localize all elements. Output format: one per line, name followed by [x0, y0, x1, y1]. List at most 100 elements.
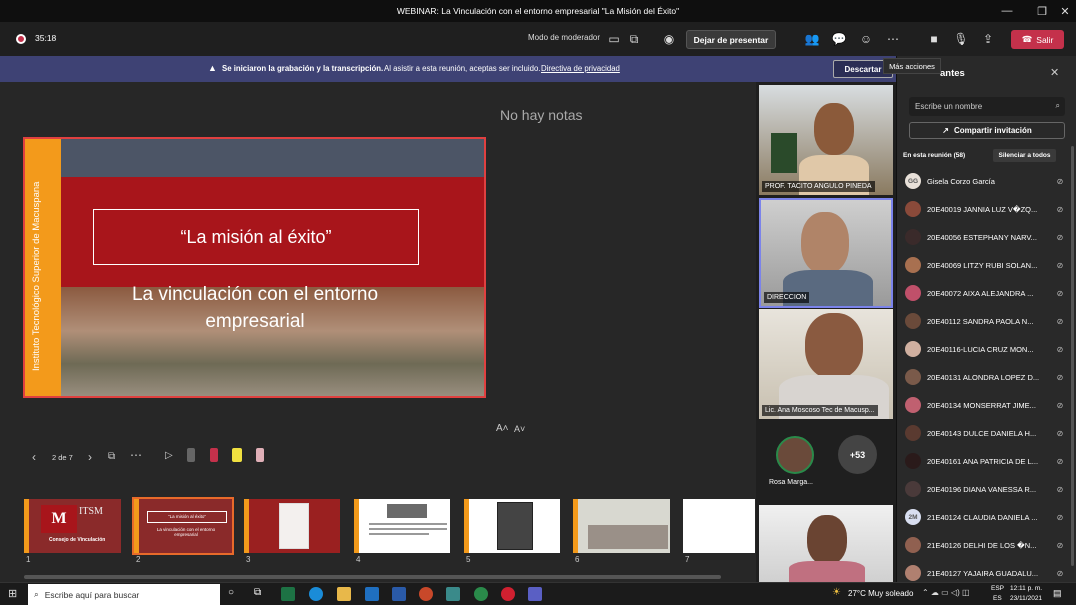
more-actions-icon[interactable]: ⋯ — [885, 31, 901, 47]
lang-primary[interactable]: ESP — [991, 585, 1004, 592]
slide-thumbnail-4[interactable] — [354, 499, 450, 553]
leave-button[interactable]: ☎ Salir — [1011, 30, 1064, 49]
video-tile-4[interactable] — [759, 505, 893, 582]
participant-row[interactable]: GG Gisela Corzo García ⊘ — [905, 168, 1065, 194]
participant-search-input[interactable]: Escribe un nombre ⌕ — [909, 97, 1065, 116]
eye-icon[interactable]: ◉ — [661, 31, 677, 47]
moderator-layout-icon[interactable]: ▭ — [606, 31, 622, 47]
thumb-4-line — [369, 533, 429, 535]
mic-off-icon[interactable]: ⊘ — [1055, 485, 1065, 494]
mic-off-icon[interactable]: ⊘ — [1055, 429, 1065, 438]
pen-red-icon[interactable] — [210, 448, 218, 462]
panel-scrollbar[interactable] — [1071, 146, 1074, 566]
mic-off-icon[interactable]: ⊘ — [1055, 345, 1065, 354]
video-tile-1[interactable]: PROF. TACITO ANGULO PINEDA — [759, 85, 893, 195]
participant-row[interactable]: 20E40161 ANA PATRICIA DE L... ⊘ — [905, 448, 1065, 474]
word-icon[interactable] — [392, 587, 406, 601]
stop-presenting-button[interactable]: Dejar de presentar — [686, 30, 776, 49]
app-icon[interactable] — [446, 587, 460, 601]
slide-thumbnail-6[interactable] — [573, 499, 670, 553]
participant-row[interactable]: 20E40143 DULCE DANIELA H... ⊘ — [905, 420, 1065, 446]
cortana-icon[interactable]: ○ — [228, 587, 234, 598]
thumbnail-scrollbar[interactable] — [24, 575, 721, 579]
pointer-icon[interactable]: ▷ — [165, 450, 173, 461]
more-options-icon[interactable]: ⋯ — [130, 448, 142, 462]
windows-start-icon[interactable]: ⊞ — [8, 587, 17, 600]
current-slide: Instituto Tecnológico Superior de Macusp… — [23, 137, 486, 398]
clock-date[interactable]: 23/11/2021 — [1010, 595, 1042, 602]
notifications-icon[interactable]: ▤ — [1053, 588, 1062, 599]
mic-off-icon[interactable]: ⊘ — [1055, 233, 1065, 242]
share-icon[interactable]: ⇪ — [980, 31, 996, 47]
mic-off-icon[interactable]: ⊘ — [1055, 373, 1065, 382]
mic-off-icon[interactable]: 🎙 — [953, 31, 969, 47]
taskbar-search-input[interactable]: ⌕ Escribe aquí para buscar — [28, 584, 220, 605]
mic-off-icon[interactable]: ⊘ — [1055, 569, 1065, 578]
slide-thumbnail-7[interactable] — [683, 499, 755, 553]
slide-thumbnail-1[interactable]: M ITSM Consejo de Vinculación — [24, 499, 121, 553]
participant-row[interactable]: 20E40056 ESTEPHANY NARV... ⊘ — [905, 224, 1065, 250]
camera-icon[interactable]: ■ — [926, 31, 942, 47]
powerpoint-icon[interactable] — [419, 587, 433, 601]
mic-off-icon[interactable]: ⊘ — [1055, 317, 1065, 326]
video-tile-2[interactable]: DIRECCION — [759, 198, 893, 308]
participant-row[interactable]: 20E40019 JANNIA LUZ V�ZQ... ⊘ — [905, 196, 1065, 222]
participant-row[interactable]: 20E40112 SANDRA PAOLA N... ⊘ — [905, 308, 1065, 334]
mic-off-icon[interactable]: ⊘ — [1055, 513, 1065, 522]
rosa-avatar[interactable] — [776, 436, 814, 474]
excel-icon[interactable] — [281, 587, 295, 601]
mic-off-icon[interactable]: ⊘ — [1055, 177, 1065, 186]
prev-slide-icon[interactable]: ‹ — [32, 450, 36, 464]
task-view-icon[interactable]: ⧉ — [254, 587, 261, 598]
more-participants-button[interactable]: +53 — [838, 435, 877, 474]
participant-row[interactable]: 20E40069 LITZY RUBI SOLAN... ⊘ — [905, 252, 1065, 278]
clock-time[interactable]: 12:11 p. m. — [1010, 585, 1042, 592]
lang-secondary[interactable]: ES — [993, 595, 1002, 602]
tray-icons[interactable]: ⌃ ☁ ▭ ◁) ◫ — [922, 588, 970, 597]
slide-thumbnail-5[interactable] — [464, 499, 560, 553]
screen-layout-icon[interactable]: ⧉ — [626, 31, 642, 47]
thumb-num: 1 — [26, 555, 31, 564]
participant-row[interactable]: 20E40196 DIANA VANESSA R... ⊘ — [905, 476, 1065, 502]
mail-icon[interactable] — [365, 587, 379, 601]
close-window-icon[interactable]: ✕ — [1050, 0, 1076, 22]
next-slide-icon[interactable]: › — [88, 450, 92, 464]
mic-off-icon[interactable]: ⊘ — [1055, 289, 1065, 298]
reactions-icon[interactable]: ☺ — [858, 31, 874, 47]
slide-thumbnail-2[interactable]: “La misión al éxito” La vinculación con … — [132, 497, 234, 555]
pen-gray-icon[interactable] — [187, 448, 195, 462]
close-panel-icon[interactable]: ✕ — [1050, 66, 1059, 79]
slide-thumbnail-3[interactable] — [244, 499, 340, 553]
participant-row[interactable]: 20E40131 ALONDRA LOPEZ D... ⊘ — [905, 364, 1065, 390]
chrome-icon[interactable] — [474, 587, 488, 601]
mic-off-icon[interactable]: ⊘ — [1055, 261, 1065, 270]
file-explorer-icon[interactable] — [337, 587, 351, 601]
decrease-font-button[interactable]: A˅ — [514, 424, 525, 434]
participant-row[interactable]: 2M 21E40124 CLAUDIA DANIELA ... ⊘ — [905, 504, 1065, 530]
weather-text[interactable]: 27°C Muy soleado — [848, 589, 913, 598]
participants-icon[interactable]: 👥 — [804, 31, 820, 47]
mic-off-icon[interactable]: ⊘ — [1055, 541, 1065, 550]
mute-all-button[interactable]: Silenciar a todos — [993, 149, 1056, 162]
video-tile-3[interactable]: Lic. Ana Moscoso Tec de Macusp... — [759, 309, 893, 419]
mic-off-icon[interactable]: ⊘ — [1055, 205, 1065, 214]
increase-font-button[interactable]: A˄ — [496, 423, 509, 434]
participant-row[interactable]: 20E40116-LUCIA CRUZ MON... ⊘ — [905, 336, 1065, 362]
in-meeting-section[interactable]: En esta reunión (58) — [903, 152, 965, 159]
teams-icon[interactable] — [528, 587, 542, 601]
highlighter-icon[interactable] — [232, 448, 242, 462]
participant-row[interactable]: 21E40126 DELHI DE LOS �N... ⊘ — [905, 532, 1065, 558]
mic-off-icon[interactable]: ⊘ — [1055, 401, 1065, 410]
mic-off-icon[interactable]: ⊘ — [1055, 457, 1065, 466]
eraser-icon[interactable] — [256, 448, 264, 462]
participant-row[interactable]: 20E40072 AIXA ALEJANDRA ... ⊘ — [905, 280, 1065, 306]
privacy-link[interactable]: Directiva de privacidad — [541, 64, 620, 73]
participant-row[interactable]: 20E40134 MONSERRAT JIME... ⊘ — [905, 392, 1065, 418]
avatar — [905, 565, 921, 581]
share-invite-button[interactable]: ↗ Compartir invitación — [909, 122, 1065, 139]
chat-icon[interactable]: 💬 — [831, 31, 847, 47]
slide-grid-icon[interactable]: ⧉ — [108, 451, 115, 462]
opera-icon[interactable] — [501, 587, 515, 601]
minimize-icon[interactable]: — — [992, 0, 1022, 22]
edge-icon[interactable] — [309, 587, 323, 601]
